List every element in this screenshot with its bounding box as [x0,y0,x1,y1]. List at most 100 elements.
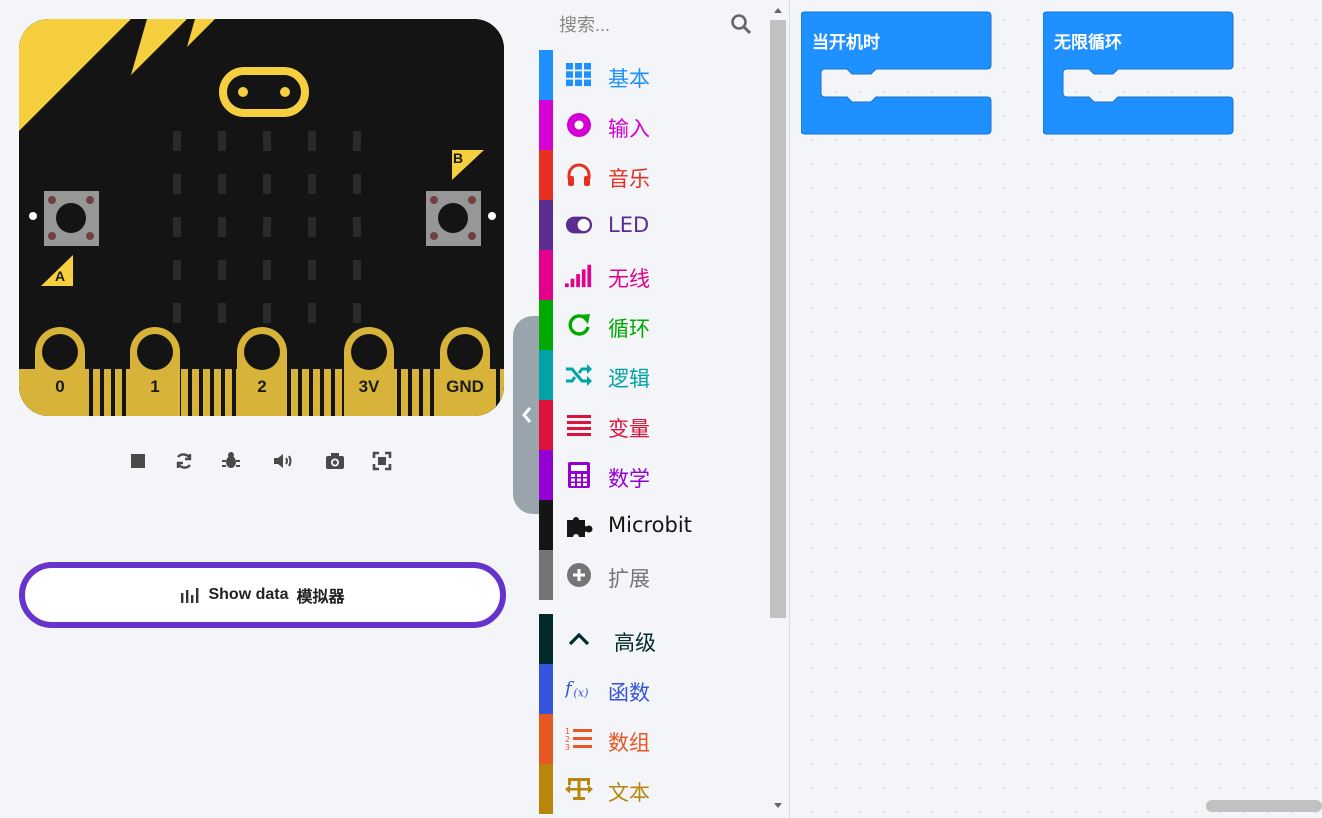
category-label: 数学 [608,467,650,491]
category-label: 扩展 [608,567,650,591]
category-label: 数组 [608,731,650,755]
led-cell [263,217,271,237]
led-cell [353,217,361,237]
debug-icon[interactable] [218,448,244,474]
search-input[interactable] [557,10,731,40]
show-data-suffix: 模拟器 [296,589,345,606]
microbit-board-graphic [19,19,504,416]
category-color-bar [539,550,553,600]
scroll-down-icon[interactable] [770,800,786,810]
category-calculator[interactable]: 数学 [539,450,769,500]
category-label: Microbit [608,513,692,537]
led-cell [308,260,316,280]
category-label: 音乐 [608,167,650,191]
category-color-bar [539,150,553,200]
category-color-bar [539,500,553,550]
function-icon: f (x) [565,676,593,702]
category-label: 逻辑 [608,367,650,391]
bar-chart-icon [181,588,199,603]
category-label: 函数 [608,681,650,705]
category-label: 文本 [608,781,650,805]
show-data-label: Show data [208,586,289,603]
workspace-horizontal-scrollbar[interactable] [1206,800,1322,812]
stop-icon[interactable] [125,448,151,474]
category-label: 循环 [608,317,650,341]
category-list-lines[interactable]: 变量 [539,400,769,450]
category-text[interactable]: 文本 [539,764,769,814]
category-toggle[interactable]: LED [539,200,769,250]
category-numbered-list[interactable]: 1 2 3 数组 [539,714,769,764]
headphones-icon [565,162,593,188]
restart-icon[interactable] [171,448,197,474]
pin-label-0: 0 [55,377,65,396]
category-shuffle[interactable]: 逻辑 [539,350,769,400]
search-bar [539,0,769,50]
category-color-bar [539,764,553,814]
led-cell [353,174,361,194]
blocks-workspace[interactable]: 当开机时 无限循环 [790,0,1322,818]
category-label: LED [608,213,650,237]
category-function[interactable]: f (x) 函数 [539,664,769,714]
led-cell [173,131,181,151]
category-label: 变量 [608,417,650,441]
category-color-bar [539,300,553,350]
circle-dot-icon [565,112,593,138]
forever-label: 无限循环 [1054,33,1122,53]
led-cell [218,174,226,194]
svg-text:3: 3 [565,743,570,752]
button-b-label: B [453,150,464,166]
search-icon[interactable] [730,13,752,35]
led-cell [218,303,226,323]
category-label: 输入 [608,117,650,141]
category-headphones[interactable]: 音乐 [539,150,769,200]
grid-icon [565,62,593,88]
led-cell [353,131,361,151]
category-plus-circle[interactable]: 扩展 [539,550,769,600]
led-cell [218,131,226,151]
led-cell [173,174,181,194]
category-color-bar [539,664,553,714]
led-cell [263,303,271,323]
led-cell [308,217,316,237]
toolbox-scroll-thumb[interactable] [770,20,786,618]
category-color-bar [539,450,553,500]
simulator-panel: A B 0 1 2 3V GND Show data 模拟器 [0,0,538,818]
screenshot-icon[interactable] [322,448,348,474]
category-color-bar [539,200,553,250]
led-cell [218,260,226,280]
led-cell [173,217,181,237]
microbit-board[interactable]: A B 0 1 2 3V GND [19,19,504,416]
fullscreen-icon[interactable] [369,448,395,474]
plus-circle-icon [565,562,593,588]
led-cell [173,303,181,323]
show-data-button[interactable]: Show data 模拟器 [19,562,506,628]
toggle-icon [565,212,593,238]
toolbox-scrollbar[interactable] [770,6,787,812]
led-cell [308,174,316,194]
category-color-bar [539,714,553,764]
refresh-icon [565,312,593,338]
toolbox-panel: 基本输入音乐 LED 无线循环逻辑变量数学 Microbit 扩展高级 f(x) 函数 123… [539,0,790,818]
block-forever[interactable]: 无限循环 [1042,11,1235,141]
led-cell [353,303,361,323]
led-cell [263,260,271,280]
category-color-bar [539,350,553,400]
category-color-bar [539,400,553,450]
category-signal-bars[interactable]: 无线 [539,250,769,300]
led-cell [173,260,181,280]
svg-text:(x): (x) [573,686,588,699]
category-color-bar [539,100,553,150]
category-puzzle[interactable]: Microbit [539,500,769,550]
category-chevron-up[interactable]: 高级 [539,614,769,664]
text-icon [565,776,593,802]
led-cell [218,217,226,237]
category-grid[interactable]: 基本 [539,50,769,100]
category-label: 高级 [614,631,656,655]
category-circle-dot[interactable]: 输入 [539,100,769,150]
led-cell [308,303,316,323]
scroll-up-icon[interactable] [770,6,786,16]
category-refresh[interactable]: 循环 [539,300,769,350]
mute-icon[interactable] [270,448,296,474]
button-a-label: A [55,268,66,284]
block-on-start[interactable]: 当开机时 [800,11,993,141]
